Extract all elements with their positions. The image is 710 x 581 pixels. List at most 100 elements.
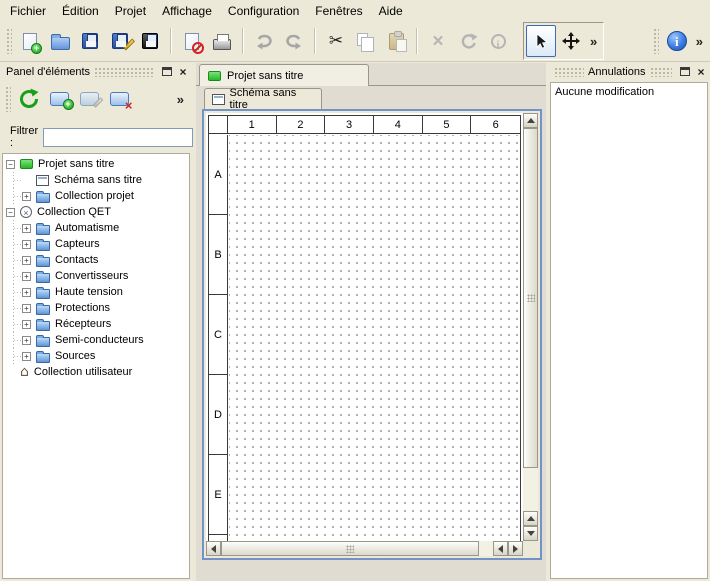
delete-icon <box>432 32 443 51</box>
expand-expander-icon[interactable] <box>22 320 31 329</box>
grid-canvas[interactable] <box>229 135 520 541</box>
tree-item-contacts[interactable]: Contacts <box>3 252 189 268</box>
horizontal-scroll-thumb[interactable] <box>221 541 479 556</box>
tree-item-collection-utilisateur[interactable]: Collection utilisateur <box>3 364 189 380</box>
pan-mode-button[interactable] <box>556 25 586 57</box>
scroll-down-button[interactable] <box>523 526 538 541</box>
menu-edition[interactable]: Édition <box>54 2 107 20</box>
diagram-sheet[interactable]: 1 2 3 4 5 6 A B C D E <box>208 115 521 541</box>
scroll-up-button[interactable] <box>523 113 538 128</box>
about-button[interactable] <box>662 25 692 57</box>
info-button[interactable] <box>483 25 513 57</box>
tree-item-collection-projet[interactable]: Collection projet <box>3 188 189 204</box>
undo-icon <box>253 30 275 52</box>
expand-expander-icon[interactable] <box>22 304 31 313</box>
expand-expander-icon[interactable] <box>22 192 31 201</box>
delete-element-button[interactable] <box>104 83 134 115</box>
menu-configuration[interactable]: Configuration <box>220 2 307 20</box>
new-project-button[interactable] <box>15 25 45 57</box>
menu-fenetres[interactable]: Fenêtres <box>307 2 370 20</box>
collapse-expander-icon[interactable] <box>6 208 15 217</box>
save-all-button[interactable] <box>135 25 165 57</box>
toolbar-grip[interactable] <box>6 28 12 54</box>
copy-button[interactable] <box>351 25 381 57</box>
dock-close-button[interactable] <box>176 65 190 78</box>
dock-handle[interactable] <box>554 67 584 77</box>
edit-element-icon <box>80 92 99 106</box>
scroll-up-button-alt[interactable] <box>523 511 538 526</box>
dock-handle[interactable] <box>650 67 673 77</box>
delete-button[interactable] <box>423 25 453 57</box>
cut-button[interactable] <box>321 25 351 57</box>
menu-projet[interactable]: Projet <box>107 2 154 20</box>
tree-item-recepteurs[interactable]: Récepteurs <box>3 316 189 332</box>
undo-dock-titlebar[interactable]: Annulations <box>548 63 710 80</box>
tree-item-label: Collection utilisateur <box>34 366 132 378</box>
tree-indent <box>6 252 22 268</box>
schema-tab-label: Schéma sans titre <box>230 87 314 111</box>
paste-button[interactable] <box>381 25 411 57</box>
open-project-button[interactable] <box>45 25 75 57</box>
dock-float-button[interactable] <box>678 65 692 78</box>
expand-expander-icon[interactable] <box>22 256 31 265</box>
menu-aide[interactable]: Aide <box>371 2 411 20</box>
ruler-corner <box>209 116 228 133</box>
redo-button[interactable] <box>279 25 309 57</box>
tree-item-haute-tension[interactable]: Haute tension <box>3 284 189 300</box>
menu-fichier[interactable]: Fichier <box>2 2 54 20</box>
mdi-workspace: Projet sans titre Schéma sans titre 1 2 … <box>196 63 546 581</box>
tree-indent <box>6 316 22 332</box>
scroll-right-button[interactable] <box>508 541 523 556</box>
toolbar-grip[interactable] <box>5 86 11 112</box>
tree-item-capteurs[interactable]: Capteurs <box>3 236 189 252</box>
vertical-scrollbar[interactable] <box>523 113 538 541</box>
tab-projet-sans-titre[interactable]: Projet sans titre <box>199 64 369 86</box>
tree-item-sources[interactable]: Sources <box>3 348 189 364</box>
dock-handle[interactable] <box>94 67 154 77</box>
tree-item-schema-sans-titre[interactable]: Schéma sans titre <box>3 172 189 188</box>
rotate-button[interactable] <box>453 25 483 57</box>
save-button[interactable] <box>75 25 105 57</box>
filter-input[interactable] <box>43 128 193 147</box>
delete-element-icon <box>110 92 129 106</box>
tree-item-automatisme[interactable]: Automatisme <box>3 220 189 236</box>
scroll-left-button-alt[interactable] <box>493 541 508 556</box>
reload-collections-button[interactable] <box>14 83 44 115</box>
expand-expander-icon[interactable] <box>22 240 31 249</box>
menu-affichage[interactable]: Affichage <box>154 2 220 20</box>
tree-item-protections[interactable]: Protections <box>3 300 189 316</box>
elements-panel-titlebar[interactable]: Panel d'éléments <box>0 63 192 80</box>
edit-element-button[interactable] <box>74 83 104 115</box>
expand-expander-icon[interactable] <box>22 272 31 281</box>
toolbar-overflow-chevron[interactable]: » <box>692 34 707 49</box>
undo-button[interactable] <box>249 25 279 57</box>
toolbar-grip[interactable] <box>653 28 659 54</box>
expand-expander-icon[interactable] <box>22 352 31 361</box>
toolbar-overflow-chevron[interactable]: » <box>173 92 188 107</box>
expand-expander-icon[interactable] <box>22 224 31 233</box>
dock-float-button[interactable] <box>160 65 174 78</box>
open-folder-icon <box>51 37 70 50</box>
select-mode-button[interactable] <box>526 25 556 57</box>
toolbar-overflow-chevron[interactable]: » <box>586 34 601 49</box>
new-element-button[interactable] <box>44 83 74 115</box>
expand-expander-icon[interactable] <box>22 288 31 297</box>
scroll-left-button[interactable] <box>206 541 221 556</box>
tab-schema-sans-titre[interactable]: Schéma sans titre <box>204 88 322 109</box>
print-button[interactable] <box>207 25 237 57</box>
undo-history-list[interactable]: Aucune modification <box>550 82 708 579</box>
tree-item-label: Récepteurs <box>55 318 111 330</box>
diagram-viewport[interactable]: 1 2 3 4 5 6 A B C D E <box>206 113 523 541</box>
close-project-button[interactable] <box>177 25 207 57</box>
tree-item-projet-sans-titre[interactable]: Projet sans titre <box>3 156 189 172</box>
vertical-scroll-thumb[interactable] <box>523 128 538 468</box>
tree-item-convertisseurs[interactable]: Convertisseurs <box>3 268 189 284</box>
tree-item-collection-qet[interactable]: Collection QET <box>3 204 189 220</box>
dock-close-button[interactable] <box>694 65 708 78</box>
expand-expander-icon[interactable] <box>22 336 31 345</box>
horizontal-scrollbar[interactable] <box>206 541 523 556</box>
float-icon <box>162 67 172 76</box>
collapse-expander-icon[interactable] <box>6 160 15 169</box>
tree-item-semi-conducteurs[interactable]: Semi-conducteurs <box>3 332 189 348</box>
save-as-button[interactable] <box>105 25 135 57</box>
